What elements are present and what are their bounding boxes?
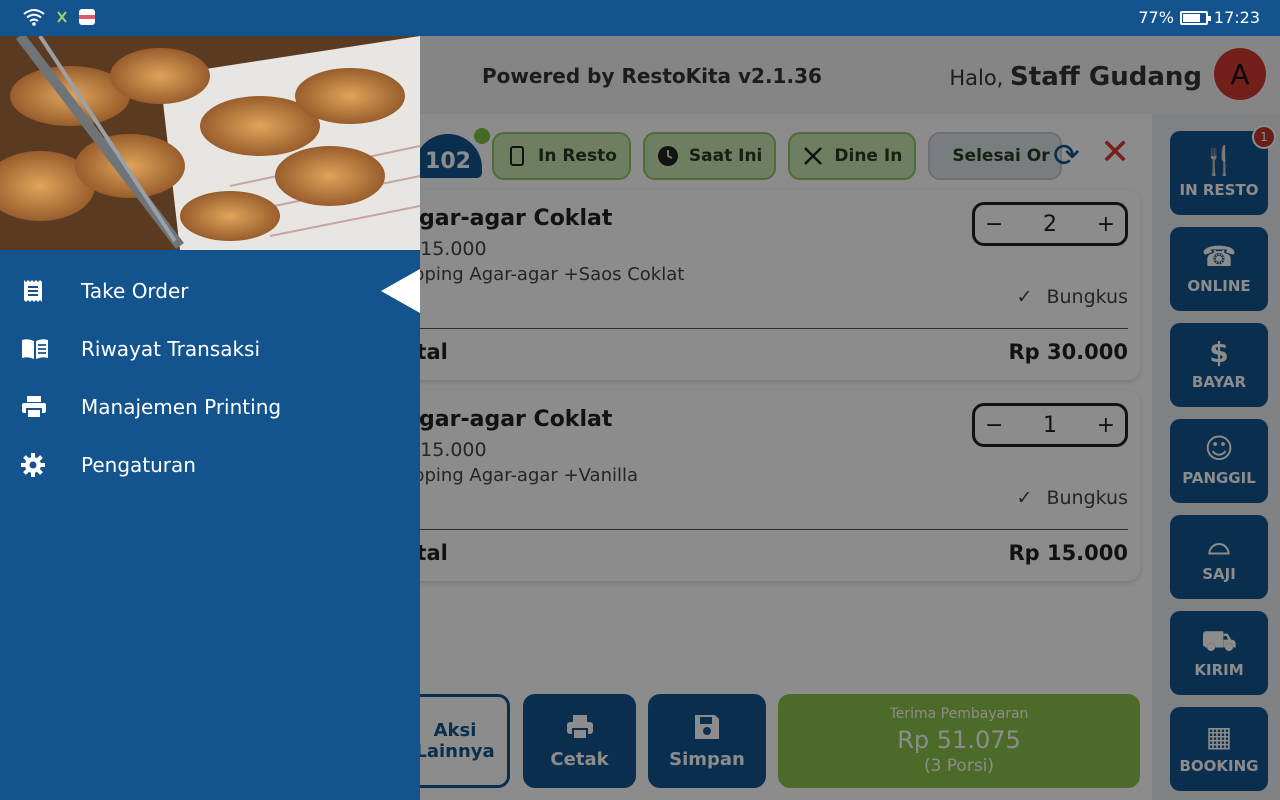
status-bar: 77% 17:23 (0, 0, 1280, 36)
receipt-icon (24, 280, 42, 302)
printer-icon (22, 396, 46, 419)
drawer-item-label: Pengaturan (81, 453, 196, 477)
android-bug-icon (57, 11, 67, 23)
battery-icon (1179, 10, 1211, 25)
drawer-item-take-order[interactable]: Take Order (0, 262, 420, 320)
book-icon (22, 339, 48, 359)
gear-icon (21, 453, 45, 477)
navigation-drawer: Take Order Riwayat Transaksi Manajemen P… (0, 36, 420, 800)
app-notification-icon (79, 9, 95, 25)
battery-percent: 77% (1138, 8, 1174, 27)
drawer-item-riwayat-transaksi[interactable]: Riwayat Transaksi (0, 320, 420, 378)
active-item-indicator (381, 269, 420, 313)
drawer-item-manajemen-printing[interactable]: Manajemen Printing (0, 378, 420, 436)
drawer-item-label: Riwayat Transaksi (81, 337, 261, 361)
drawer-menu: Take Order Riwayat Transaksi Manajemen P… (0, 262, 420, 494)
wifi-icon (23, 9, 45, 26)
drawer-item-label: Take Order (81, 279, 189, 303)
clock: 17:23 (1213, 8, 1260, 27)
drawer-header-image (0, 36, 420, 250)
drawer-item-pengaturan[interactable]: Pengaturan (0, 436, 420, 494)
drawer-item-label: Manajemen Printing (81, 395, 282, 419)
